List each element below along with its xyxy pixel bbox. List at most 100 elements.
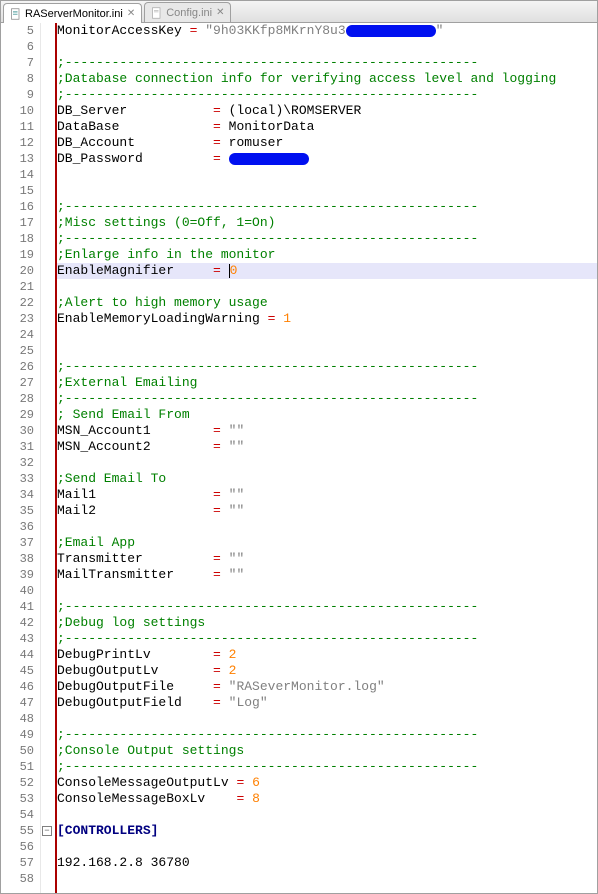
code-line[interactable]: ConsoleMessageOutputLv = 6: [55, 775, 597, 791]
code-line[interactable]: ;---------------------------------------…: [55, 759, 597, 775]
code-line[interactable]: [55, 167, 597, 183]
code-token: =: [213, 663, 221, 678]
code-token: [244, 775, 252, 790]
line-number: 57: [1, 855, 34, 871]
close-icon[interactable]: ✕: [216, 7, 224, 18]
code-line[interactable]: ;Debug log settings: [55, 615, 597, 631]
code-line[interactable]: [55, 871, 597, 887]
code-token: DB_Account: [57, 135, 213, 150]
code-token: =: [213, 487, 221, 502]
code-line[interactable]: MSN_Account1 = "": [55, 423, 597, 439]
code-line[interactable]: ;Alert to high memory usage: [55, 295, 597, 311]
editor-area: 5678910111213141516171819202122232425262…: [1, 23, 597, 893]
line-number: 40: [1, 583, 34, 599]
code-token: ;Enlarge info in the monitor: [57, 247, 275, 262]
code-token: ConsoleMessageBoxLv: [57, 791, 236, 806]
code-line[interactable]: DB_Account = romuser: [55, 135, 597, 151]
code-line[interactable]: ;---------------------------------------…: [55, 391, 597, 407]
file-tab-inactive[interactable]: Config.ini ✕: [144, 2, 231, 22]
code-line[interactable]: DebugOutputFile = "RASeverMonitor.log": [55, 679, 597, 695]
code-line[interactable]: DataBase = MonitorData: [55, 119, 597, 135]
left-margin-line: [55, 23, 57, 893]
line-number: 45: [1, 663, 34, 679]
line-number: 17: [1, 215, 34, 231]
line-number: 20: [1, 263, 34, 279]
code-token: ;---------------------------------------…: [57, 391, 478, 406]
code-line[interactable]: DebugOutputLv = 2: [55, 663, 597, 679]
code-line[interactable]: [55, 583, 597, 599]
code-token: ;---------------------------------------…: [57, 199, 478, 214]
code-line[interactable]: [55, 279, 597, 295]
code-token: ;Misc settings (0=Off, 1=On): [57, 215, 275, 230]
code-token: =: [213, 263, 229, 278]
code-line[interactable]: Mail2 = "": [55, 503, 597, 519]
line-number: 52: [1, 775, 34, 791]
line-number: 30: [1, 423, 34, 439]
close-icon[interactable]: ✕: [127, 8, 135, 19]
code-line[interactable]: ;---------------------------------------…: [55, 359, 597, 375]
redacted-text: [229, 153, 309, 165]
code-line[interactable]: ; Send Email From: [55, 407, 597, 423]
code-line[interactable]: Mail1 = "": [55, 487, 597, 503]
code-line[interactable]: [55, 39, 597, 55]
code-line[interactable]: DB_Server = (local)\ROMSERVER: [55, 103, 597, 119]
code-line[interactable]: MonitorAccessKey = "9h03KKfp8MKrnY8u3": [55, 23, 597, 39]
code-line[interactable]: Transmitter = "": [55, 551, 597, 567]
fold-toggle-icon[interactable]: −: [42, 826, 52, 836]
code-token: (local)\ROMSERVER: [221, 103, 361, 118]
code-line[interactable]: DebugOutputField = "Log": [55, 695, 597, 711]
line-number: 11: [1, 119, 34, 135]
code-token: =: [213, 695, 221, 710]
code-token: ;---------------------------------------…: [57, 87, 478, 102]
code-line[interactable]: [55, 839, 597, 855]
code-line[interactable]: EnableMagnifier = 0: [55, 263, 597, 279]
code-token: "": [221, 551, 244, 566]
code-line[interactable]: [CONTROLLERS]: [55, 823, 597, 839]
code-line[interactable]: ;---------------------------------------…: [55, 599, 597, 615]
code-line[interactable]: [55, 183, 597, 199]
code-token: ; Send Email From: [57, 407, 190, 422]
code-line[interactable]: MailTransmitter = "": [55, 567, 597, 583]
code-line[interactable]: ;---------------------------------------…: [55, 631, 597, 647]
code-line[interactable]: ;Email App: [55, 535, 597, 551]
code-line[interactable]: DebugPrintLv = 2: [55, 647, 597, 663]
code-line[interactable]: ;External Emailing: [55, 375, 597, 391]
code-line[interactable]: [55, 711, 597, 727]
code-token: ;Database connection info for verifying …: [57, 71, 556, 86]
code-editor[interactable]: MonitorAccessKey = "9h03KKfp8MKrnY8u3" ;-…: [55, 23, 597, 893]
code-token: =: [213, 567, 221, 582]
line-number: 18: [1, 231, 34, 247]
code-line[interactable]: ;---------------------------------------…: [55, 55, 597, 71]
code-line[interactable]: MSN_Account2 = "": [55, 439, 597, 455]
file-tab-active[interactable]: RAServerMonitor.ini ✕: [3, 3, 142, 23]
code-token: MSN_Account2: [57, 439, 213, 454]
line-number: 5: [1, 23, 34, 39]
code-token: =: [213, 439, 221, 454]
code-line[interactable]: ;---------------------------------------…: [55, 87, 597, 103]
code-token: ;---------------------------------------…: [57, 55, 478, 70]
code-token: 1: [283, 311, 291, 326]
code-line[interactable]: DB_Password =: [55, 151, 597, 167]
line-number: 50: [1, 743, 34, 759]
code-line[interactable]: [55, 519, 597, 535]
code-line[interactable]: ConsoleMessageBoxLv = 8: [55, 791, 597, 807]
code-line[interactable]: [55, 807, 597, 823]
code-line[interactable]: EnableMemoryLoadingWarning = 1: [55, 311, 597, 327]
code-line[interactable]: ;---------------------------------------…: [55, 199, 597, 215]
code-line[interactable]: [55, 343, 597, 359]
code-line[interactable]: ;Misc settings (0=Off, 1=On): [55, 215, 597, 231]
code-token: ;---------------------------------------…: [57, 759, 478, 774]
code-line[interactable]: ;Enlarge info in the monitor: [55, 247, 597, 263]
code-token: =: [213, 503, 221, 518]
code-line[interactable]: [55, 327, 597, 343]
code-line[interactable]: 192.168.2.8 36780: [55, 855, 597, 871]
code-line[interactable]: [55, 455, 597, 471]
code-line[interactable]: ;Console Output settings: [55, 743, 597, 759]
tab-label: Config.ini: [166, 7, 212, 19]
code-line[interactable]: ;Database connection info for verifying …: [55, 71, 597, 87]
code-line[interactable]: ;Send Email To: [55, 471, 597, 487]
code-line[interactable]: ;---------------------------------------…: [55, 231, 597, 247]
code-token: [221, 151, 229, 166]
code-token: romuser: [221, 135, 283, 150]
code-line[interactable]: ;---------------------------------------…: [55, 727, 597, 743]
